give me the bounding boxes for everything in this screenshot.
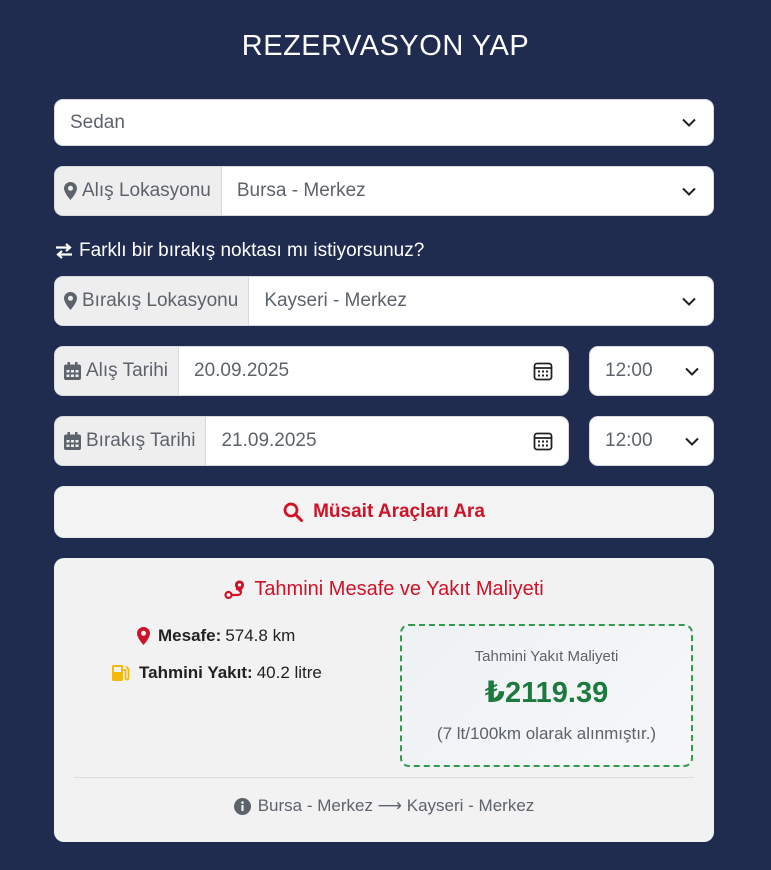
dropoff-location-value: Kayseri - Merkez [264, 290, 407, 311]
dropoff-date-label: Bırakış Tarihi [86, 430, 196, 451]
chevron-down-icon [665, 167, 713, 215]
fuel-cost-box: Tahmini Yakıt Maliyeti ₺2119.39 (7 lt/10… [400, 624, 693, 767]
chevron-down-icon [671, 347, 713, 395]
dropoff-date-addon: Bırakış Tarihi [55, 417, 207, 465]
calendar-icon [64, 432, 81, 450]
estimate-title-text: Tahmini Mesafe ve Yakıt Maliyeti [254, 578, 544, 600]
distance-stat: Mesafe: 574.8 km [137, 626, 295, 646]
dropoff-location-addon: Bırakış Lokasyonu [55, 277, 250, 325]
map-pin-icon [64, 182, 77, 200]
info-icon [233, 797, 251, 815]
fuel-cost-value: ₺2119.39 [484, 677, 609, 709]
pickup-time-value: 12:00 [605, 360, 653, 381]
pickup-date-addon: Alış Tarihi [55, 347, 180, 395]
pickup-date-input[interactable]: Alış Tarihi 20.09.2025 [54, 346, 569, 396]
search-button-label: Müsait Araçları Ara [313, 501, 485, 522]
distance-value: 574.8 km [225, 626, 296, 645]
search-available-cars-button[interactable]: Müsait Araçları Ara [54, 486, 714, 538]
swap-arrows-icon [56, 243, 72, 259]
pickup-location-value: Bursa - Merkez [236, 180, 366, 201]
fuel-cost-label: Tahmini Yakıt Maliyeti [474, 648, 619, 665]
fuel-pump-icon [112, 665, 130, 681]
vehicle-type-select[interactable]: Sedan [54, 99, 714, 146]
route-summary: Bursa - Merkez ⟶ Kayseri - Merkez [54, 796, 714, 816]
dropoff-date-row: Bırakış Tarihi 21.09.2025 12:00 [54, 416, 714, 466]
calendar-icon [64, 362, 81, 380]
pickup-time-select[interactable]: 12:00 [589, 346, 714, 396]
calendar-picker-icon[interactable] [518, 361, 568, 381]
dropoff-date-input[interactable]: Bırakış Tarihi 21.09.2025 [54, 416, 569, 466]
pickup-date-row: Alış Tarihi 20.09.2025 12:00 [54, 346, 714, 396]
route-text: Bursa - Merkez ⟶ Kayseri - Merkez [257, 796, 535, 815]
fuel-cost-note: (7 lt/100km olarak alınmıştır.) [436, 724, 657, 743]
different-dropoff-link[interactable]: Farklı bir bırakış noktası mı istiyorsun… [54, 240, 424, 262]
calendar-picker-icon[interactable] [518, 431, 568, 451]
estimate-title: Tahmini Mesafe ve Yakıt Maliyeti [54, 578, 714, 601]
dropoff-location-select[interactable]: Bırakış Lokasyonu Kayseri - Merkez [54, 276, 714, 326]
distance-label: Mesafe: [158, 626, 222, 645]
pickup-date-label: Alış Tarihi [86, 360, 169, 381]
route-icon [224, 580, 245, 599]
fuel-value: 40.2 litre [256, 663, 322, 682]
dropoff-time-value: 12:00 [605, 430, 653, 451]
dropoff-time-select[interactable]: 12:00 [589, 416, 714, 466]
dropoff-date-value: 21.09.2025 [221, 430, 317, 451]
chevron-down-icon [665, 277, 713, 325]
chevron-down-icon [671, 417, 713, 465]
distance-fuel-estimate-card: Tahmini Mesafe ve Yakıt Maliyeti Mesafe:… [54, 558, 714, 842]
dropoff-location-label: Bırakış Lokasyonu [82, 290, 239, 311]
fuel-label: Tahmini Yakıt: [139, 663, 253, 682]
vehicle-type-value: Sedan [70, 111, 125, 133]
page-title: REZERVASYON YAP [241, 30, 530, 62]
map-pin-icon [137, 627, 150, 645]
different-dropoff-text: Farklı bir bırakış noktası mı istiyorsun… [79, 240, 425, 261]
chevron-down-icon [665, 100, 713, 145]
pickup-date-value: 20.09.2025 [194, 360, 290, 381]
search-icon [283, 502, 304, 522]
pickup-location-select[interactable]: Alış Lokasyonu Bursa - Merkez [54, 166, 714, 216]
divider [74, 777, 694, 778]
pickup-location-label: Alış Lokasyonu [82, 180, 211, 201]
fuel-stat: Tahmini Yakıt: 40.2 litre [111, 663, 322, 683]
pickup-location-addon: Alış Lokasyonu [55, 167, 222, 215]
map-pin-icon [64, 292, 77, 310]
